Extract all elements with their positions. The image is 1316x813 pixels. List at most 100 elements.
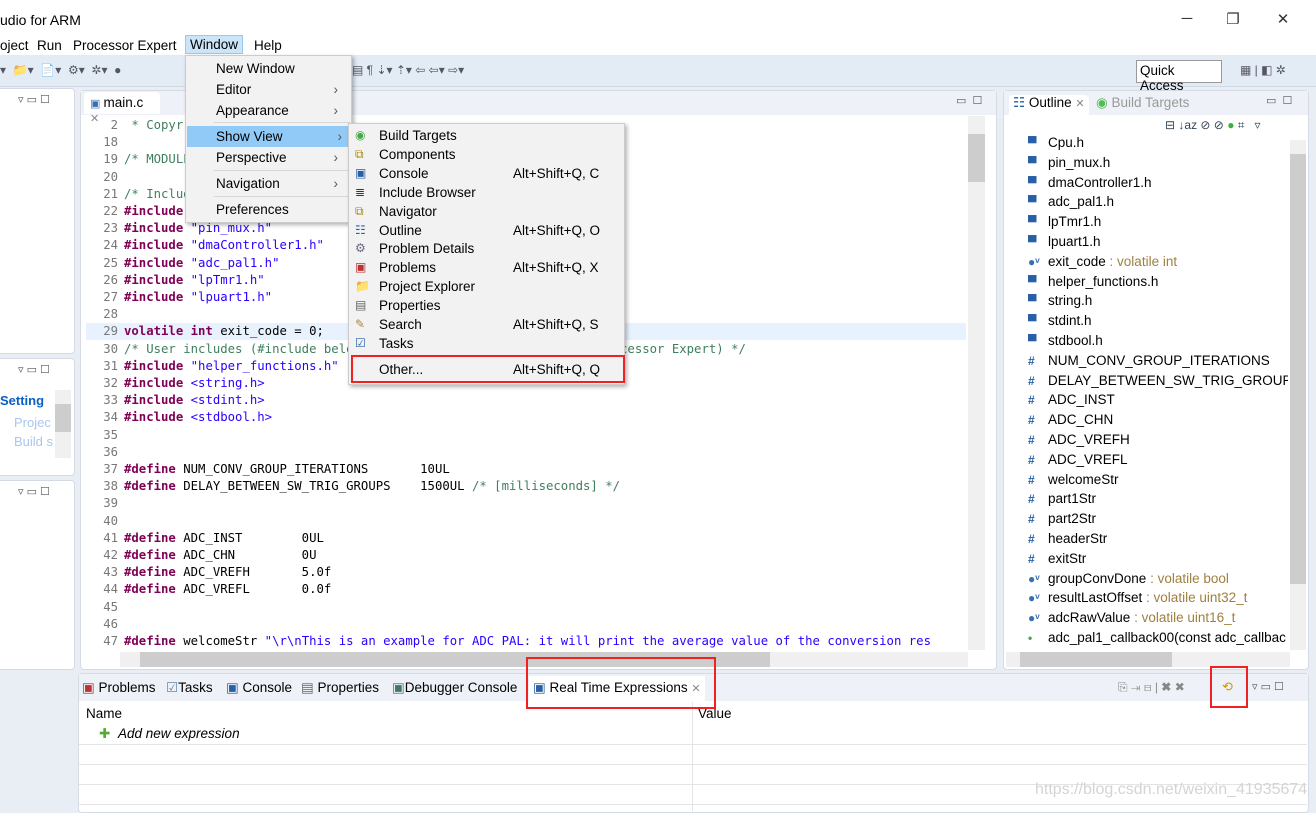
outline-item[interactable]: ▀ lpTmr1.h bbox=[1028, 214, 1288, 233]
code-line[interactable]: 40 bbox=[86, 513, 966, 530]
view-menu-min-max-icons[interactable]: ▿ ▭ ☐ bbox=[18, 363, 50, 376]
outline-item[interactable]: ▀ pin_mux.h bbox=[1028, 155, 1288, 174]
menu-item-outline[interactable]: ☷ Outline Alt+Shift+Q, O bbox=[349, 221, 624, 240]
outline-item[interactable]: ▀ dmaController1.h bbox=[1028, 175, 1288, 194]
menu-item-console[interactable]: ▣ Console Alt+Shift+Q, C bbox=[349, 164, 624, 183]
menu-processor-expert[interactable]: Processor Expert bbox=[69, 37, 181, 56]
menu-item-show-view[interactable]: Show View › bbox=[187, 126, 350, 147]
tab-properties[interactable]: ▤ Properties bbox=[301, 680, 379, 696]
tab-console[interactable]: ▣ Console bbox=[226, 680, 292, 696]
outline-item[interactable]: # headerStr bbox=[1028, 531, 1288, 550]
code-line[interactable]: 38 #define DELAY_BETWEEN_SW_TRIG_GROUPS 1… bbox=[86, 478, 966, 495]
code-line[interactable]: 35 bbox=[86, 427, 966, 444]
menu-window[interactable]: Window bbox=[185, 35, 244, 54]
project-item[interactable]: Projec bbox=[14, 415, 51, 430]
outline-item[interactable]: # NUM_CONV_GROUP_ITERATIONS bbox=[1028, 353, 1288, 372]
outline-item[interactable]: # part1Str bbox=[1028, 491, 1288, 510]
editor-vscroll[interactable] bbox=[968, 116, 985, 650]
menu-project[interactable]: oject bbox=[0, 37, 33, 56]
editor-min-max-icons[interactable]: ▭ ☐ bbox=[956, 94, 982, 107]
outline-item[interactable]: ▀ string.h bbox=[1028, 293, 1288, 312]
outline-item[interactable]: ●ᵛ groupConvDone : volatile bool bbox=[1028, 571, 1288, 590]
code-line[interactable]: 43 #define ADC_VREFH 5.0f bbox=[86, 564, 966, 581]
toolbar-icons[interactable]: ▾ 📁▾ 📄▾ ⚙▾ ✲▾ ● bbox=[0, 63, 121, 77]
menu-item-properties[interactable]: ▤ Properties bbox=[349, 296, 624, 315]
build-item[interactable]: Build s bbox=[14, 434, 53, 449]
outline-item[interactable]: # ADC_VREFL bbox=[1028, 452, 1288, 471]
menu-item-preferences[interactable]: Preferences bbox=[216, 199, 289, 220]
bottom-view-menu-icons[interactable]: ▿ ▭ ☐ bbox=[1252, 680, 1284, 693]
view-menu-min-max-icons[interactable]: ▿ ▭ ☐ bbox=[18, 93, 50, 106]
code-line[interactable]: 41 #define ADC_INST 0UL bbox=[86, 530, 966, 547]
line-number: 29 bbox=[103, 324, 118, 339]
menu-item-project-explorer[interactable]: 📁 Project Explorer bbox=[349, 277, 624, 296]
tab-main-c[interactable]: ▣ main.c ✕ bbox=[84, 92, 160, 125]
tab-tasks[interactable]: ☑Tasks bbox=[166, 680, 213, 696]
code-line[interactable]: 37 #define NUM_CONV_GROUP_ITERATIONS 10UL bbox=[86, 461, 966, 478]
code-line[interactable]: 44 #define ADC_VREFL 0.0f bbox=[86, 581, 966, 598]
code-line[interactable]: 39 bbox=[86, 495, 966, 512]
menu-item-components[interactable]: ⧉ Components bbox=[349, 145, 624, 164]
menu-item-navigator[interactable]: ⧉ Navigator bbox=[349, 202, 624, 221]
menu-run[interactable]: Run bbox=[33, 37, 66, 56]
outline-item[interactable]: • adc_pal1_callback00(const adc_callbac bbox=[1028, 630, 1288, 649]
outline-item[interactable]: # DELAY_BETWEEN_SW_TRIG_GROUPS bbox=[1028, 373, 1288, 392]
add-icon: ✚ bbox=[99, 726, 111, 741]
code-line[interactable]: 34 #include <stdbool.h> bbox=[86, 409, 966, 426]
outline-item[interactable]: # ADC_INST bbox=[1028, 392, 1288, 411]
outline-item[interactable]: # ADC_CHN bbox=[1028, 412, 1288, 431]
menu-item-tasks[interactable]: ☑ Tasks bbox=[349, 334, 624, 353]
toolbar-nav-icons[interactable]: ▤ ¶ ⇣▾ ⇡▾ ⇦ ⇦▾ ⇨▾ bbox=[352, 63, 464, 77]
menu-item-search[interactable]: ✎ Search Alt+Shift+Q, S bbox=[349, 315, 624, 334]
tab-problems[interactable]: ▣ Problems bbox=[82, 680, 156, 696]
close-tab-icon[interactable]: ✕ bbox=[1075, 98, 1084, 110]
tab-outline[interactable]: ☷ Outline ✕ bbox=[1009, 95, 1089, 115]
menu-item-build-targets[interactable]: ◉ Build Targets bbox=[349, 126, 624, 145]
outline-item[interactable]: ▀ stdbool.h bbox=[1028, 333, 1288, 352]
menu-item-include-browser[interactable]: ≣ Include Browser bbox=[349, 183, 624, 202]
code-line[interactable]: 46 bbox=[86, 616, 966, 633]
code-line[interactable]: 36 bbox=[86, 444, 966, 461]
outline-item[interactable]: ▀ lpuart1.h bbox=[1028, 234, 1288, 253]
tab-debugger-console[interactable]: ▣Debugger Console bbox=[392, 680, 517, 696]
outline-item[interactable]: ▀ Cpu.h bbox=[1028, 135, 1288, 154]
outline-item[interactable]: # ADC_VREFH bbox=[1028, 432, 1288, 451]
code-line[interactable]: 33 #include <stdint.h> bbox=[86, 392, 966, 409]
outline-min-max-icons[interactable]: ▭ ☐ bbox=[1266, 94, 1292, 107]
add-new-expression[interactable]: Add new expression bbox=[118, 726, 240, 741]
outline-item[interactable]: ●ᵛ adcRawValue : volatile uint16_t bbox=[1028, 610, 1288, 629]
close-button[interactable]: ✕ bbox=[1268, 10, 1298, 28]
left-vscroll[interactable] bbox=[55, 390, 71, 458]
outline-item[interactable]: ▀ helper_functions.h bbox=[1028, 274, 1288, 293]
menu-item-editor[interactable]: Editor › bbox=[216, 79, 346, 100]
outline-item[interactable]: ▀ stdint.h bbox=[1028, 313, 1288, 332]
perspective-icons[interactable]: ▦ | ◧ ✲ bbox=[1240, 63, 1286, 77]
expression-toolbar-icons[interactable]: ⎘ ⇥ ⊟ | ✖ ✖ bbox=[1118, 680, 1185, 695]
outline-toolbar-icons[interactable]: ⊟ ↓az ⊘ ⊘ ● ⌗ ▿ bbox=[1165, 118, 1261, 133]
col-name-header[interactable]: Name bbox=[86, 706, 122, 721]
outline-hscroll[interactable] bbox=[1006, 652, 1290, 667]
outline-item[interactable]: ●ᵛ resultLastOffset : volatile uint32_t bbox=[1028, 590, 1288, 609]
menu-item-navigation[interactable]: Navigation › bbox=[216, 173, 346, 194]
code-line[interactable]: 42 #define ADC_CHN 0U bbox=[86, 547, 966, 564]
restore-button[interactable]: ❐ bbox=[1218, 10, 1248, 28]
outline-item[interactable]: # welcomeStr bbox=[1028, 472, 1288, 491]
menu-item-problem-details[interactable]: ⚙ Problem Details bbox=[349, 239, 624, 258]
menu-item-perspective[interactable]: Perspective › bbox=[216, 147, 346, 168]
view-menu-min-max-icons[interactable]: ▿ ▭ ☐ bbox=[18, 485, 50, 498]
outline-item[interactable]: ●ᵛ exit_code : volatile int bbox=[1028, 254, 1288, 273]
menu-item-problems[interactable]: ▣ Problems Alt+Shift+Q, X bbox=[349, 258, 624, 277]
menu-item-new-window[interactable]: New Window bbox=[216, 58, 295, 79]
code-line[interactable]: 47 #define welcomeStr "\r\nThis is an exa… bbox=[86, 633, 966, 650]
outline-vscroll[interactable] bbox=[1290, 140, 1306, 650]
minimize-button[interactable]: ─ bbox=[1172, 10, 1202, 27]
setting-label[interactable]: Setting bbox=[0, 393, 44, 408]
menu-help[interactable]: Help bbox=[250, 37, 286, 56]
quick-access-input[interactable]: Quick Access bbox=[1136, 60, 1222, 93]
outline-item[interactable]: ▀ adc_pal1.h bbox=[1028, 194, 1288, 213]
tab-build-targets[interactable]: ◉ Build Targets bbox=[1096, 95, 1189, 111]
outline-item[interactable]: # exitStr bbox=[1028, 551, 1288, 570]
outline-item[interactable]: # part2Str bbox=[1028, 511, 1288, 530]
menu-item-appearance[interactable]: Appearance › bbox=[216, 100, 346, 121]
code-line[interactable]: 45 bbox=[86, 599, 966, 616]
